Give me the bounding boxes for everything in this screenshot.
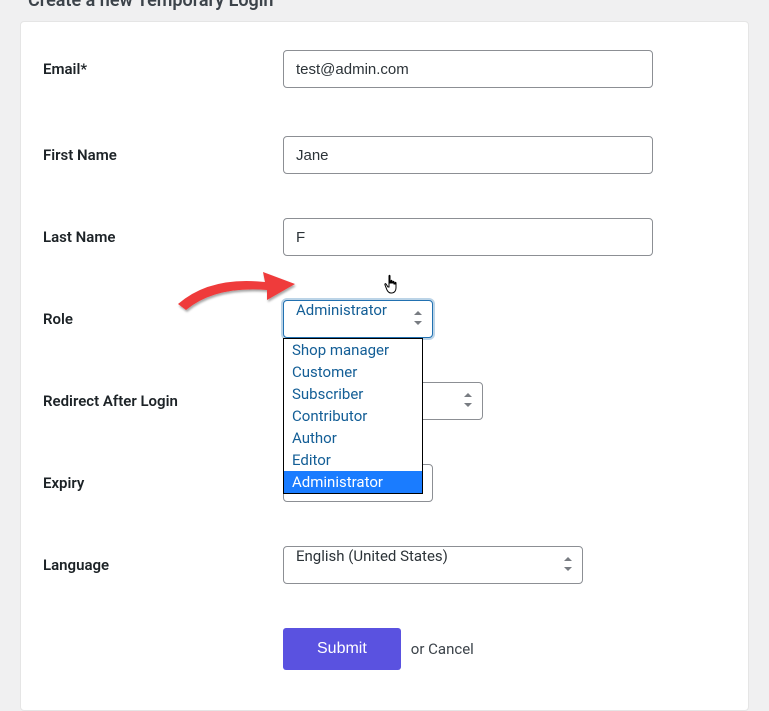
row-language: Language English (United States) [43, 546, 726, 584]
label-email: Email* [43, 60, 283, 78]
label-language: Language [43, 556, 283, 574]
role-option-subscriber[interactable]: Subscriber [284, 383, 422, 405]
email-input[interactable] [283, 50, 653, 88]
role-dropdown: Shop manager Customer Subscriber Contrib… [283, 338, 423, 494]
role-select[interactable]: Administrator [283, 300, 433, 338]
or-text: or [411, 640, 425, 658]
role-select-wrap: Administrator Shop manager Customer Subs… [283, 300, 433, 338]
row-role: Role Administrator Shop manager Customer… [43, 300, 726, 338]
last-name-input[interactable] [283, 218, 653, 256]
label-first-name: First Name [43, 146, 283, 164]
language-select-wrap: English (United States) [283, 546, 583, 584]
first-name-input[interactable] [283, 136, 653, 174]
page-title: Create a new Temporary Login [0, 0, 769, 21]
language-select[interactable]: English (United States) [283, 546, 583, 584]
label-expiry: Expiry [43, 474, 283, 492]
label-last-name: Last Name [43, 228, 283, 246]
label-role: Role [43, 310, 283, 328]
role-option-editor[interactable]: Editor [284, 449, 422, 471]
role-option-shop-manager[interactable]: Shop manager [284, 339, 422, 361]
role-option-administrator[interactable]: Administrator [284, 471, 422, 493]
form-card: Email* First Name Last Name Role Adminis… [20, 21, 749, 711]
role-option-customer[interactable]: Customer [284, 361, 422, 383]
label-redirect: Redirect After Login [43, 392, 283, 410]
row-last-name: Last Name [43, 218, 726, 256]
or-cancel-text: or Cancel [411, 640, 474, 658]
row-email: Email* [43, 50, 726, 88]
submit-button[interactable]: Submit [283, 628, 401, 670]
row-first-name: First Name [43, 136, 726, 174]
role-option-author[interactable]: Author [284, 427, 422, 449]
role-option-contributor[interactable]: Contributor [284, 405, 422, 427]
cancel-link[interactable]: Cancel [428, 640, 474, 658]
actions-row: Submit or Cancel [283, 628, 726, 670]
